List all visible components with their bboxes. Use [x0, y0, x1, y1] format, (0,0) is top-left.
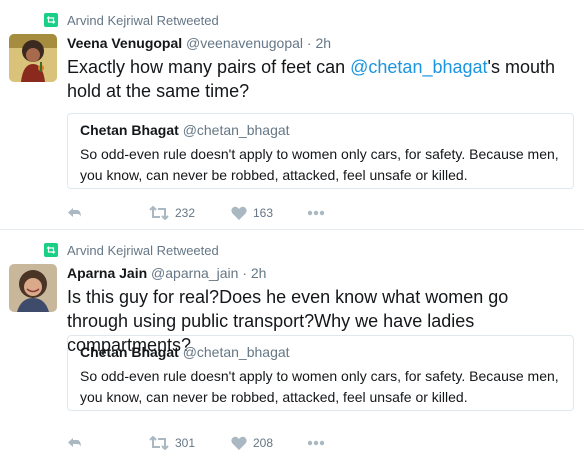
reply-button[interactable] — [67, 436, 83, 450]
reply-icon — [68, 208, 81, 218]
quoted-author-name: Chetan Bhagat — [80, 122, 179, 138]
retweet-context-label: Arvind Kejriwal Retweeted — [67, 12, 219, 28]
tweet[interactable]: Arvind Kejriwal Retweeted Veena Venugopa… — [0, 0, 584, 230]
heart-icon — [231, 436, 247, 450]
tweet-time[interactable]: 2h — [251, 265, 267, 281]
retweet-count: 232 — [175, 206, 196, 220]
avatar[interactable] — [9, 34, 57, 82]
reply-button[interactable] — [67, 206, 83, 220]
quoted-tweet-header: Chetan Bhagat @chetan_bhagat — [80, 121, 563, 139]
like-button[interactable]: 163 — [231, 206, 273, 220]
retweet-context: Arvind Kejriwal Retweeted — [44, 242, 219, 258]
heart-icon — [231, 206, 247, 220]
quoted-tweet-header: Chetan Bhagat @chetan_bhagat — [80, 343, 563, 361]
quoted-author-handle: @chetan_bhagat — [182, 122, 290, 138]
quoted-tweet-text: So odd-even rule doesn't apply to women … — [80, 368, 559, 405]
retweet-icon — [149, 436, 169, 450]
more-icon — [307, 210, 325, 216]
retweet-badge-icon — [44, 243, 58, 257]
tweet-text-part: Exactly how many pairs of feet can — [67, 57, 351, 77]
separator: · — [306, 35, 312, 51]
retweet-context-label: Arvind Kejriwal Retweeted — [67, 242, 219, 258]
quoted-tweet-text: So odd-even rule doesn't apply to women … — [80, 146, 559, 183]
retweet-icon — [149, 206, 169, 220]
retweet-button[interactable]: 301 — [149, 436, 195, 450]
like-button[interactable]: 208 — [231, 436, 273, 450]
avatar[interactable] — [9, 264, 57, 312]
quoted-tweet[interactable]: Chetan Bhagat @chetan_bhagat So odd-even… — [67, 113, 574, 189]
more-button[interactable] — [307, 210, 325, 216]
quoted-author-handle: @chetan_bhagat — [182, 344, 290, 360]
retweet-context: Arvind Kejriwal Retweeted — [44, 12, 219, 28]
quoted-tweet[interactable]: Chetan Bhagat @chetan_bhagat So odd-even… — [67, 335, 574, 411]
retweet-badge-icon — [44, 13, 58, 27]
more-button[interactable] — [307, 440, 325, 446]
tweet-time[interactable]: 2h — [315, 35, 331, 51]
author-handle[interactable]: @veenavenugopal — [186, 35, 303, 51]
tweet-header: Aparna Jain @aparna_jain · 2h — [67, 264, 574, 282]
retweet-count: 301 — [175, 436, 196, 450]
like-count: 208 — [253, 436, 274, 450]
separator: · — [242, 265, 247, 281]
tweet-header: Veena Venugopal @veenavenugopal · 2h — [67, 34, 574, 52]
reply-icon — [68, 438, 81, 448]
like-count: 163 — [253, 206, 274, 220]
tweet[interactable]: Arvind Kejriwal Retweeted Aparna Jain @a… — [0, 230, 584, 459]
tweet-text: Exactly how many pairs of feet can @chet… — [67, 55, 574, 103]
mention-link[interactable]: @chetan_bhagat — [350, 57, 487, 77]
author-name[interactable]: Aparna Jain — [67, 265, 147, 281]
author-name[interactable]: Veena Venugopal — [67, 35, 182, 51]
author-handle[interactable]: @aparna_jain — [151, 265, 238, 281]
quoted-author-name: Chetan Bhagat — [80, 344, 179, 360]
retweet-button[interactable]: 232 — [149, 206, 195, 220]
more-icon — [307, 440, 325, 446]
